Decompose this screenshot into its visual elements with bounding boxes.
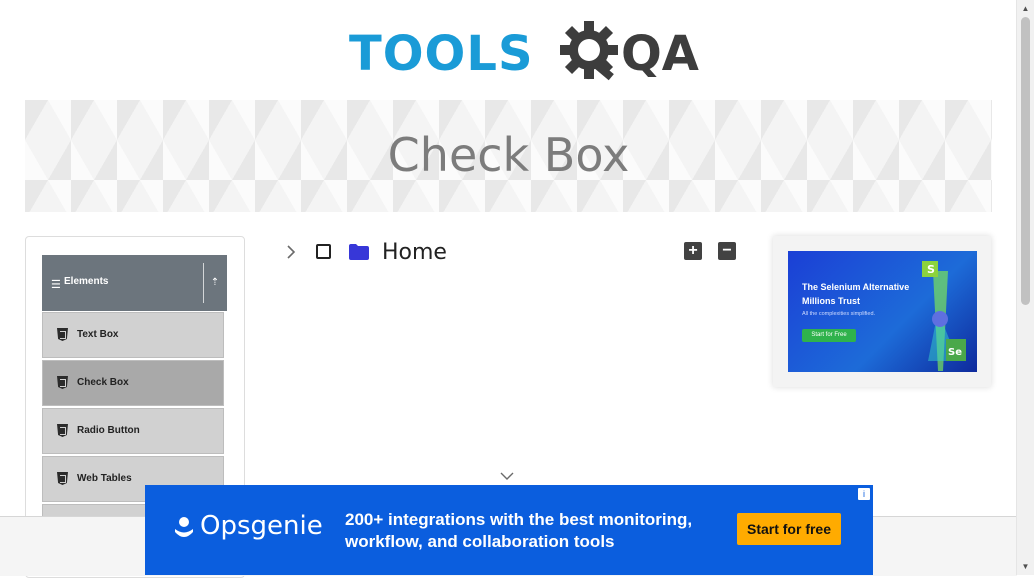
sidebar-item-check-box[interactable]: Check Box	[42, 360, 224, 406]
ad-brand: Opsgenie	[200, 511, 323, 541]
bottom-advertisement[interactable]: Opsgenie 200+ integrations with the best…	[145, 485, 873, 575]
sidebar-item-text-box[interactable]: Text Box	[42, 312, 224, 358]
ad-message: 200+ integrations with the best monitori…	[345, 510, 693, 551]
hamburger-icon: ☰	[51, 279, 61, 291]
sidebar-item-label: Web Tables	[77, 473, 132, 484]
home-checkbox[interactable]	[316, 244, 331, 259]
scrollbar-thumb[interactable]	[1021, 17, 1030, 305]
divider	[203, 263, 204, 303]
expand-all-button[interactable]: +	[684, 242, 702, 260]
sidebar-group-title: Elements	[64, 276, 109, 287]
page-scrollbar[interactable]: ▲ ▼	[1016, 0, 1034, 575]
svg-text:Se: Se	[948, 347, 962, 358]
expand-chevron-icon[interactable]	[285, 244, 299, 260]
opsgenie-logo-icon	[174, 516, 194, 545]
ad-cta-button[interactable]: Start for Free	[802, 329, 856, 342]
collapse-all-button[interactable]: −	[718, 242, 736, 260]
side-advertisement: S Se The Selenium Alternative Millions T…	[773, 236, 991, 387]
sidebar-group-elements[interactable]: ☰ Elements ⇡	[42, 255, 227, 311]
page-banner: Check Box	[25, 100, 992, 212]
ad-headline: The Selenium Alternative Millions Trust	[802, 282, 910, 306]
html5-icon	[57, 376, 68, 389]
html5-icon	[57, 424, 68, 437]
scroll-down-icon[interactable]: ▼	[1017, 558, 1034, 575]
svg-text:S: S	[927, 263, 935, 276]
scroll-up-icon[interactable]: ▲	[1017, 0, 1034, 17]
ad-subtext: All the complexities simplified.	[802, 311, 876, 317]
ad-info-icon[interactable]: i	[857, 487, 871, 501]
collapse-up-icon[interactable]: ⇡	[208, 277, 222, 288]
gear-magnifier-icon	[560, 21, 618, 81]
page-title: Check Box	[387, 128, 630, 182]
chevron-down-icon	[500, 470, 514, 484]
toolsqa-logo[interactable]: TOOLS QA	[349, 16, 699, 92]
minus-square-icon: −	[722, 242, 732, 259]
sidebar-item-label: Radio Button	[77, 425, 140, 436]
plus-square-icon: +	[688, 242, 698, 259]
ad-start-free-button[interactable]: Start for free	[737, 513, 841, 545]
sidebar-item-label: Text Box	[77, 329, 119, 340]
sidebar-item-label: Check Box	[77, 377, 129, 388]
logo-text-tools: TOOLS	[349, 26, 534, 82]
sidebar-item-radio-button[interactable]: Radio Button	[42, 408, 224, 454]
ad-banner[interactable]: S Se The Selenium Alternative Millions T…	[788, 251, 977, 372]
html5-icon	[57, 328, 68, 341]
logo-text-qa: QA	[621, 26, 699, 82]
folder-icon	[348, 243, 370, 266]
html5-icon	[57, 472, 68, 485]
tree-node-home-label[interactable]: Home	[382, 240, 447, 265]
